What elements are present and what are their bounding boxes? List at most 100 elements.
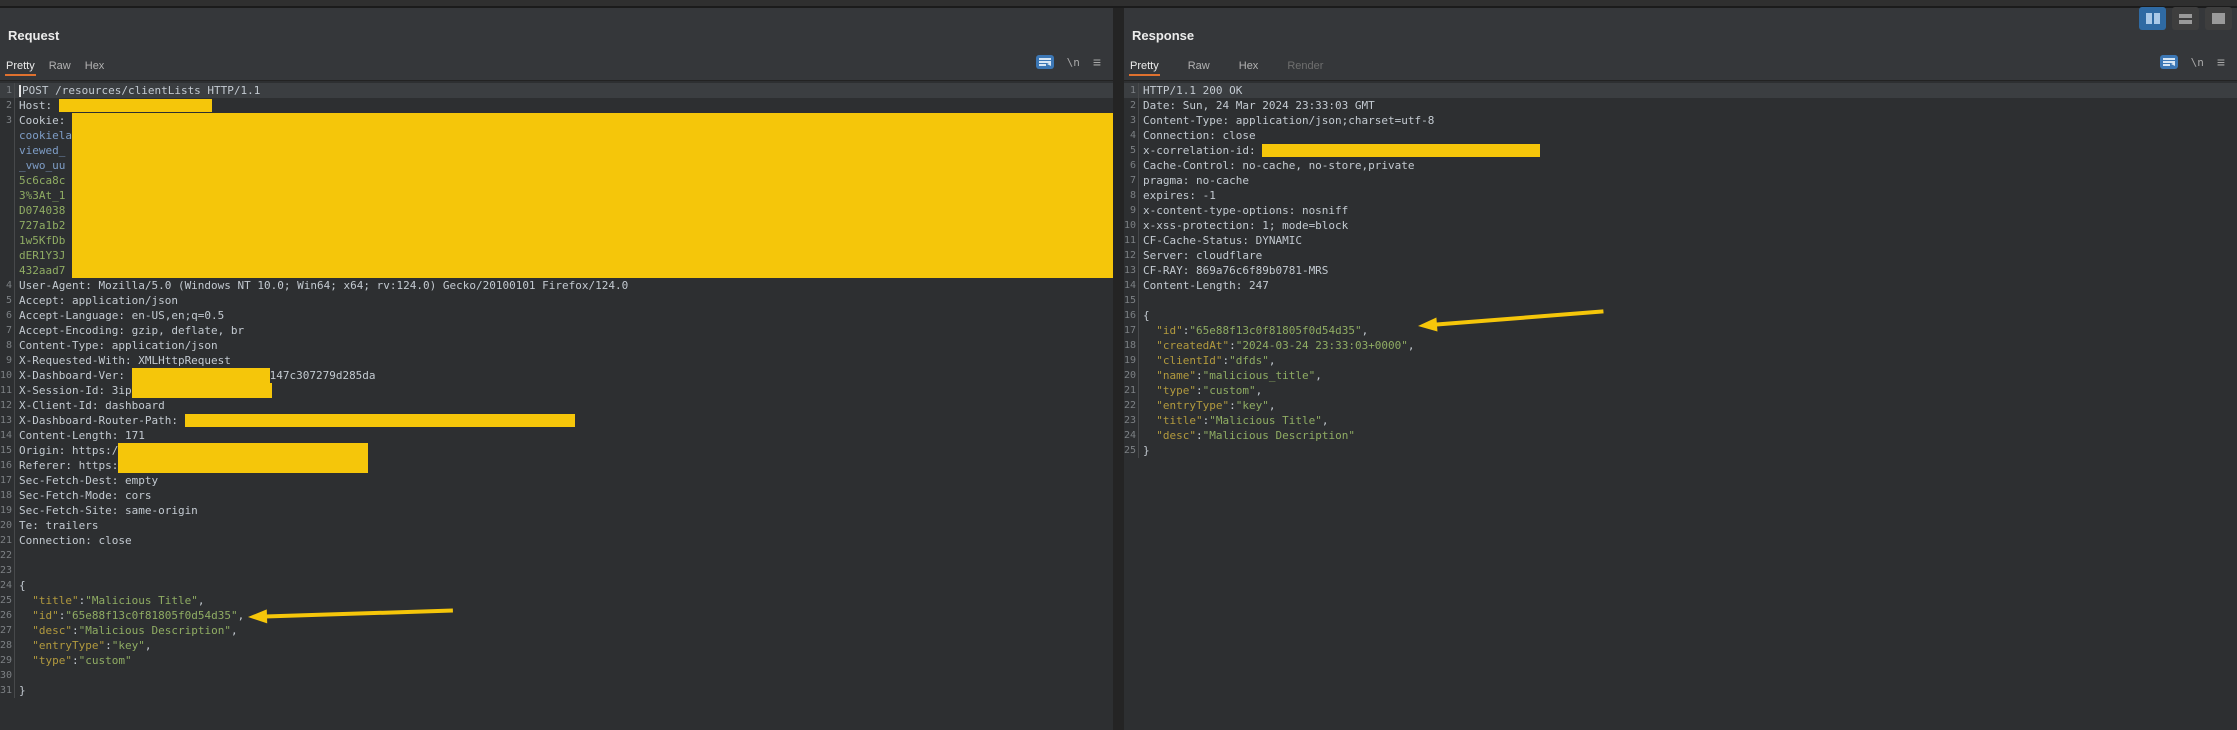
line-number: 22	[0, 550, 14, 561]
redaction-box	[72, 263, 1113, 278]
panel-divider[interactable]	[1113, 0, 1124, 730]
code-line: dER1Y3J	[0, 248, 1113, 263]
code-line: 7pragma: no-cache	[1124, 173, 2237, 188]
code-line: 2Date: Sun, 24 Mar 2024 23:33:03 GMT	[1124, 98, 2237, 113]
line-number: 6	[1124, 160, 1138, 171]
tab-raw[interactable]: Raw	[1187, 58, 1211, 76]
code-line: 14Content-Length: 171	[0, 428, 1113, 443]
redaction-box	[72, 143, 1113, 158]
code-line: 26 "id":"65e88f13c0f81805f0d54d35",	[0, 608, 1113, 623]
redaction-box	[185, 414, 575, 427]
response-panel: Response Pretty Raw Hex Render \n ≡ 1HTTP/1…	[1124, 0, 2237, 730]
line-number: 3	[0, 115, 14, 126]
response-editor[interactable]: 1HTTP/1.1 200 OK2Date: Sun, 24 Mar 2024 …	[1124, 80, 2237, 730]
line-number: 4	[0, 280, 14, 291]
word-wrap-toggle-icon[interactable]	[1036, 55, 1054, 69]
code-line: 22 "entryType":"key",	[1124, 398, 2237, 413]
line-number: 23	[0, 565, 14, 576]
redaction-box	[72, 203, 1113, 218]
code-line: 12Server: cloudflare	[1124, 248, 2237, 263]
code-line: 27 "desc":"Malicious Description",	[0, 623, 1113, 638]
tab-raw[interactable]: Raw	[48, 58, 72, 76]
code-line: 10X-Dashboard-Ver: 147c307279d285da	[0, 368, 1113, 383]
line-number: 10	[0, 370, 14, 381]
tab-render: Render	[1286, 58, 1324, 76]
redaction-box	[118, 458, 368, 473]
code-line: 4User-Agent: Mozilla/5.0 (Windows NT 10.…	[0, 278, 1113, 293]
code-line: 432aad7	[0, 263, 1113, 278]
tab-pretty[interactable]: Pretty	[1129, 58, 1160, 76]
tab-hex[interactable]: Hex	[1238, 58, 1260, 76]
single-layout-icon	[2212, 13, 2225, 24]
request-editor-toolbar: \n ≡	[1036, 55, 1101, 69]
line-number: 3	[1124, 115, 1138, 126]
code-line: 17Sec-Fetch-Dest: empty	[0, 473, 1113, 488]
line-number: 12	[1124, 250, 1138, 261]
line-number: 20	[0, 520, 14, 531]
code-line: 13X-Dashboard-Router-Path:	[0, 413, 1113, 428]
code-line: 31}	[0, 683, 1113, 698]
line-number: 24	[1124, 430, 1138, 441]
code-line: 1HTTP/1.1 200 OK	[1124, 83, 2237, 98]
line-number: 17	[0, 475, 14, 486]
line-number: 21	[0, 535, 14, 546]
editor-menu-icon[interactable]: ≡	[1093, 57, 1101, 67]
code-line: 1w5KfDb	[0, 233, 1113, 248]
line-number: 15	[1124, 295, 1138, 306]
line-number: 5	[0, 295, 14, 306]
line-number: 31	[0, 685, 14, 696]
line-number: 1	[1124, 85, 1138, 96]
show-newlines-icon[interactable]: \n	[1067, 56, 1080, 69]
response-panel-title: Response	[1132, 28, 1194, 43]
line-number: 2	[1124, 100, 1138, 111]
line-number: 26	[0, 610, 14, 621]
redaction-box	[72, 113, 1113, 128]
code-line: 9X-Requested-With: XMLHttpRequest	[0, 353, 1113, 368]
line-number: 7	[0, 325, 14, 336]
code-line: 18Sec-Fetch-Mode: cors	[0, 488, 1113, 503]
line-number: 22	[1124, 400, 1138, 411]
line-number: 4	[1124, 130, 1138, 141]
text-caret	[19, 85, 21, 97]
code-line: 14Content-Length: 247	[1124, 278, 2237, 293]
redaction-box	[118, 443, 368, 458]
code-line: 5x-correlation-id:	[1124, 143, 2237, 158]
code-line: 15Origin: https:/	[0, 443, 1113, 458]
code-line: 17 "id":"65e88f13c0f81805f0d54d35",	[1124, 323, 2237, 338]
editor-menu-icon[interactable]: ≡	[2217, 57, 2225, 67]
line-number: 13	[0, 415, 14, 426]
line-number: 11	[0, 385, 14, 396]
code-line: _vwo_uu	[0, 158, 1113, 173]
tab-hex[interactable]: Hex	[84, 58, 106, 76]
code-line: 18 "createdAt":"2024-03-24 23:33:03+0000…	[1124, 338, 2237, 353]
code-line: 4Connection: close	[1124, 128, 2237, 143]
rows-layout-button[interactable]	[2172, 7, 2199, 30]
response-editor-toolbar: \n ≡	[2160, 55, 2225, 69]
code-line: 9x-content-type-options: nosniff	[1124, 203, 2237, 218]
line-number: 29	[0, 655, 14, 666]
line-number: 16	[0, 460, 14, 471]
code-line: 727a1b2	[0, 218, 1113, 233]
show-newlines-icon[interactable]: \n	[2191, 56, 2204, 69]
tab-pretty[interactable]: Pretty	[5, 58, 36, 76]
line-number: 13	[1124, 265, 1138, 276]
redaction-box	[59, 99, 212, 112]
line-number: 18	[1124, 340, 1138, 351]
code-line: 28 "entryType":"key",	[0, 638, 1113, 653]
line-number: 17	[1124, 325, 1138, 336]
line-number: 9	[0, 355, 14, 366]
code-line: 24 "desc":"Malicious Description"	[1124, 428, 2237, 443]
redaction-box	[72, 173, 1113, 188]
line-number: 12	[0, 400, 14, 411]
code-line: 22	[0, 548, 1113, 563]
line-number: 24	[0, 580, 14, 591]
single-layout-button[interactable]	[2205, 7, 2232, 30]
code-line: 1POST /resources/clientLists HTTP/1.1	[0, 83, 1113, 98]
word-wrap-toggle-icon[interactable]	[2160, 55, 2178, 69]
line-number: 1	[0, 85, 14, 96]
rows-layout-icon	[2179, 14, 2192, 24]
columns-layout-button[interactable]	[2139, 7, 2166, 30]
line-number: 6	[0, 310, 14, 321]
request-editor[interactable]: 1POST /resources/clientLists HTTP/1.12Ho…	[0, 80, 1113, 730]
line-number: 25	[1124, 445, 1138, 456]
